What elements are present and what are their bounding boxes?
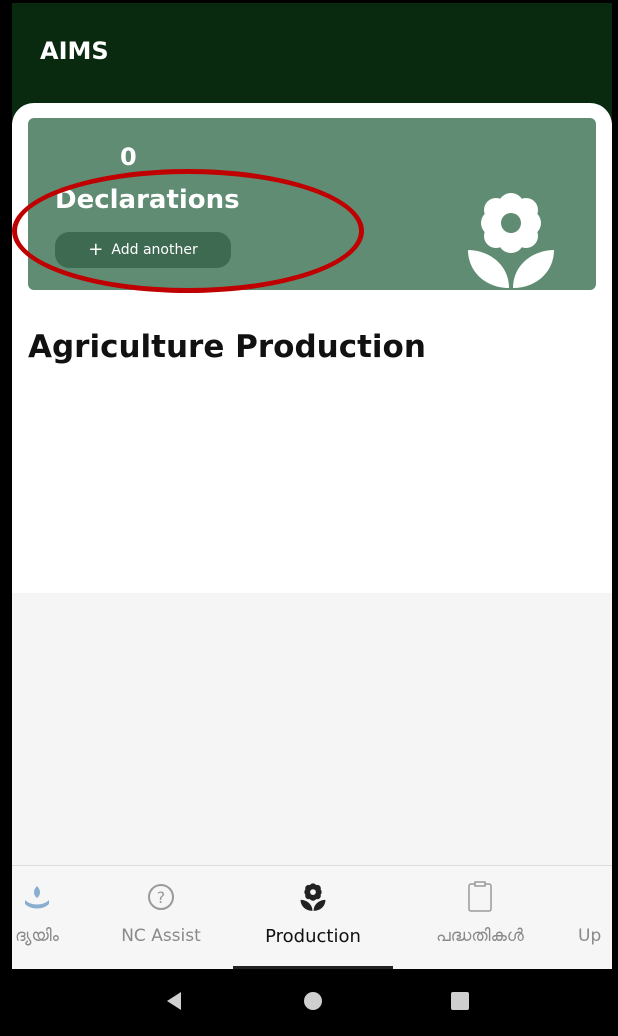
nav-item-schemes[interactable]: പദ്ധതികൾ: [410, 866, 550, 970]
hand-leaf-icon: [23, 880, 51, 914]
home-icon[interactable]: [303, 991, 323, 1011]
nav-label-1: ദ്യയിം: [15, 926, 59, 946]
flower-icon: [468, 193, 554, 288]
back-icon[interactable]: [165, 991, 183, 1011]
nav-label-up: Up: [578, 926, 602, 946]
declarations-card[interactable]: 0 Declarations + Add another: [28, 118, 596, 290]
app-screen: AIMS 0 Declarations + Add another Agricu…: [12, 3, 612, 1033]
bottom-nav: ദ്യയിം ? NC Assist Production പദ്ധതികൾ U…: [12, 865, 612, 970]
svg-text:?: ?: [157, 888, 166, 907]
app-title: AIMS: [40, 37, 109, 65]
nav-label-schemes: പദ്ധതികൾ: [436, 926, 524, 946]
main-content: 0 Declarations + Add another Agriculture…: [12, 103, 612, 593]
flower-icon: [300, 880, 326, 914]
recents-icon[interactable]: [450, 991, 470, 1011]
device-frame: AIMS 0 Declarations + Add another Agricu…: [0, 0, 618, 1036]
nav-item-1[interactable]: ദ്യയിം: [12, 866, 72, 970]
declarations-count: 0: [120, 143, 137, 171]
help-circle-icon: ?: [146, 880, 176, 914]
nav-item-nc-assist[interactable]: ? NC Assist: [106, 866, 216, 970]
system-nav-bar: [12, 969, 612, 1033]
clipboard-icon: [467, 880, 493, 914]
add-another-label: Add another: [111, 242, 198, 258]
add-another-button[interactable]: + Add another: [55, 232, 231, 268]
nav-item-up[interactable]: Up: [578, 866, 612, 970]
nav-label-production: Production: [265, 926, 361, 947]
plus-icon: +: [88, 239, 104, 260]
nav-label-nc-assist: NC Assist: [121, 926, 201, 946]
nav-item-production[interactable]: Production: [233, 866, 393, 970]
section-title: Agriculture Production: [28, 329, 426, 365]
declarations-label: Declarations: [55, 185, 240, 215]
